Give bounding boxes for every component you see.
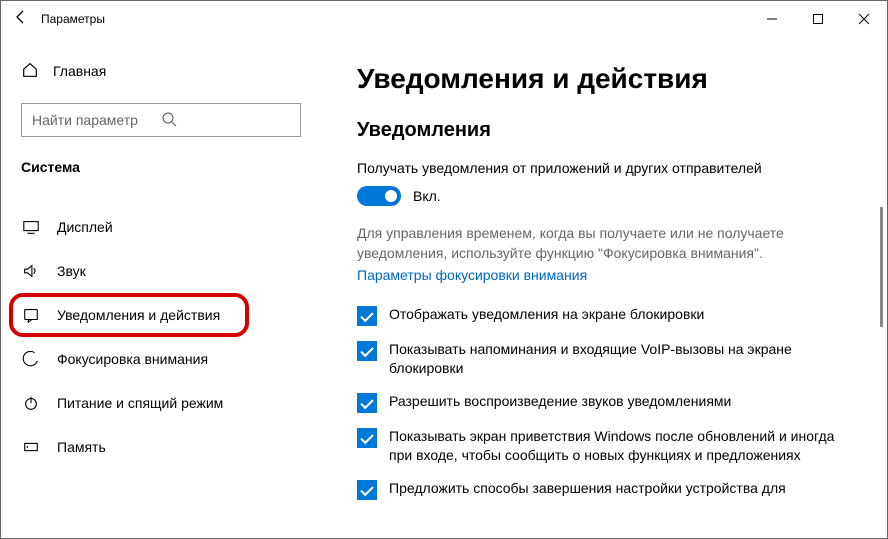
content-panel: Уведомления и действия Уведомления Получ… xyxy=(321,37,887,538)
checkbox[interactable] xyxy=(357,393,377,413)
sidebar-item-label: Фокусировка внимания xyxy=(57,351,208,367)
notifications-description: Получать уведомления от приложений и дру… xyxy=(357,160,861,176)
sidebar-item-label: Память xyxy=(57,439,106,455)
sidebar-item-notifications[interactable]: Уведомления и действия xyxy=(9,293,249,337)
checkbox[interactable] xyxy=(357,306,377,326)
sidebar-item-label: Питание и спящий режим xyxy=(57,395,223,411)
settings-window: Параметры Главная Найти параметр Система… xyxy=(0,0,888,539)
notifications-toggle[interactable] xyxy=(357,186,401,206)
sidebar-item-display[interactable]: Дисплей xyxy=(21,205,301,249)
check-label: Отображать уведомления на экране блокиро… xyxy=(389,305,704,324)
sidebar-home-label: Главная xyxy=(53,63,106,79)
checkbox[interactable] xyxy=(357,428,377,448)
search-placeholder: Найти параметр xyxy=(32,112,161,128)
maximize-button[interactable] xyxy=(795,1,841,37)
sidebar-home[interactable]: Главная xyxy=(21,51,301,91)
check-label: Предложить способы завершения настройки … xyxy=(389,479,786,498)
sidebar-item-sound[interactable]: Звук xyxy=(21,249,301,293)
sidebar-item-label: Звук xyxy=(57,263,86,279)
notifications-toggle-row: Вкл. xyxy=(357,186,861,206)
focus-settings-link[interactable]: Параметры фокусировки внимания xyxy=(357,267,587,283)
home-icon xyxy=(21,61,53,82)
check-label: Показывать напоминания и входящие VoIP-в… xyxy=(389,340,861,378)
titlebar: Параметры xyxy=(1,1,887,37)
check-row: Отображать уведомления на экране блокиро… xyxy=(357,305,861,326)
check-label: Показывать экран приветствия Windows пос… xyxy=(389,427,861,465)
check-label: Разрешить воспроизведение звуков уведомл… xyxy=(389,392,731,411)
close-button[interactable] xyxy=(841,1,887,37)
minimize-button[interactable] xyxy=(749,1,795,37)
sidebar-item-label: Уведомления и действия xyxy=(57,307,220,323)
page-title: Уведомления и действия xyxy=(357,63,861,95)
scrollbar[interactable] xyxy=(880,207,883,327)
sidebar-list: Дисплей Звук Уведомления и действия Фоку… xyxy=(21,205,301,469)
window-controls xyxy=(749,1,887,37)
checkbox[interactable] xyxy=(357,341,377,361)
back-button[interactable] xyxy=(1,9,41,30)
search-input[interactable]: Найти параметр xyxy=(21,103,301,137)
sidebar-item-power[interactable]: Питание и спящий режим xyxy=(21,381,301,425)
check-row: Показывать экран приветствия Windows пос… xyxy=(357,427,861,465)
focus-description: Для управления временем, когда вы получа… xyxy=(357,224,861,263)
sidebar-item-label: Дисплей xyxy=(57,219,113,235)
search-icon xyxy=(161,111,290,130)
window-title: Параметры xyxy=(41,12,105,26)
check-row: Предложить способы завершения настройки … xyxy=(357,479,861,500)
sidebar-item-storage[interactable]: Память xyxy=(21,425,301,469)
check-row: Показывать напоминания и входящие VoIP-в… xyxy=(357,340,861,378)
storage-icon xyxy=(21,437,41,457)
sidebar: Главная Найти параметр Система Дисплей З… xyxy=(1,37,321,538)
sidebar-item-focus[interactable]: Фокусировка внимания xyxy=(21,337,301,381)
sound-icon xyxy=(21,261,41,281)
notifications-icon xyxy=(21,305,41,325)
power-icon xyxy=(21,393,41,413)
display-icon xyxy=(21,217,41,237)
window-body: Главная Найти параметр Система Дисплей З… xyxy=(1,37,887,538)
check-row: Разрешить воспроизведение звуков уведомл… xyxy=(357,392,861,413)
toggle-state-label: Вкл. xyxy=(413,188,441,204)
section-heading: Уведомления xyxy=(357,119,861,142)
sidebar-section-title: Система xyxy=(21,159,301,175)
focus-icon xyxy=(21,349,41,369)
checkbox[interactable] xyxy=(357,480,377,500)
